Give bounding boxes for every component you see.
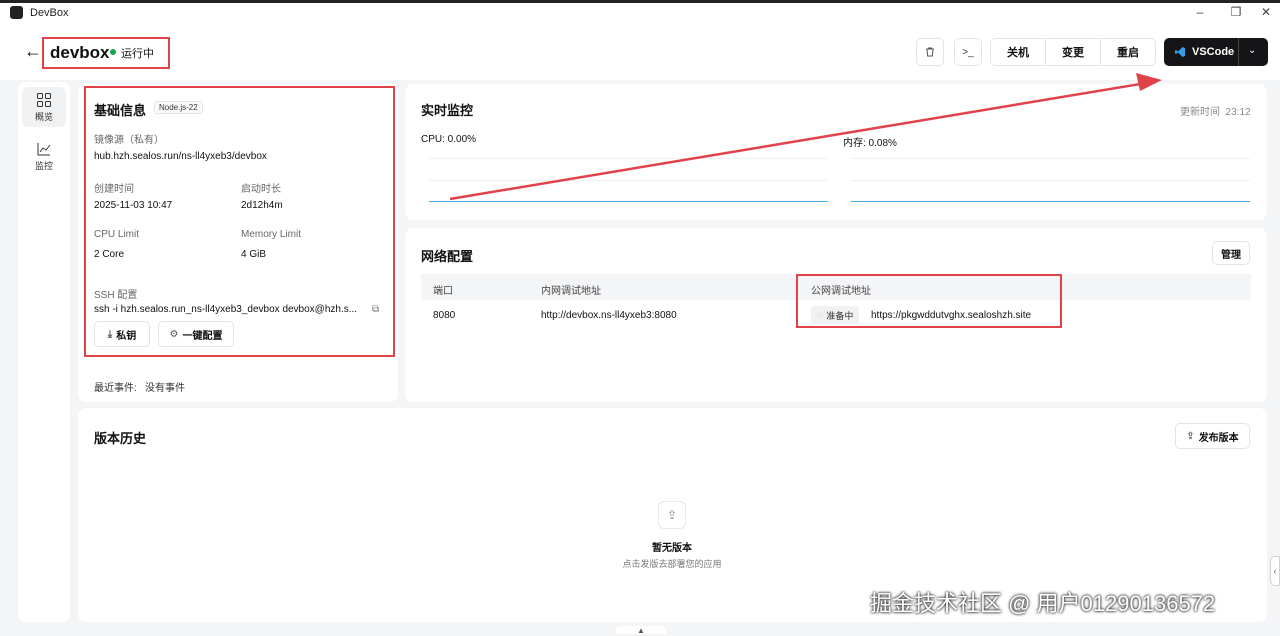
watermark: 掘金技术社区 @ 用户01290136572 bbox=[870, 591, 1216, 616]
annotation-arrow bbox=[449, 73, 1162, 201]
